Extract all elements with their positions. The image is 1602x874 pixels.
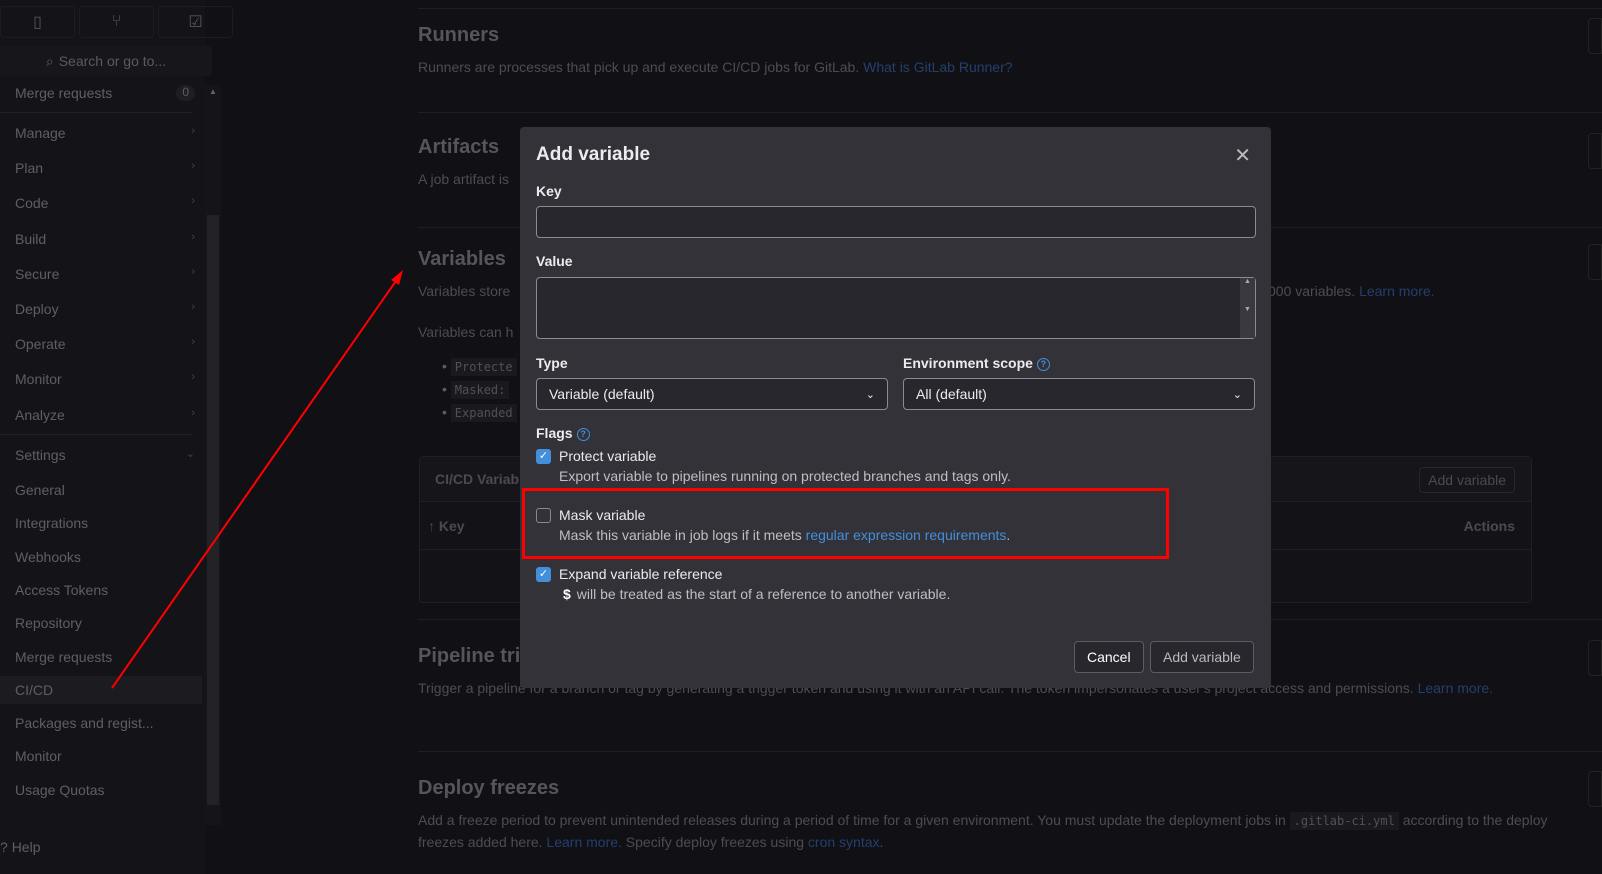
annotation-arrow: [111, 270, 403, 689]
